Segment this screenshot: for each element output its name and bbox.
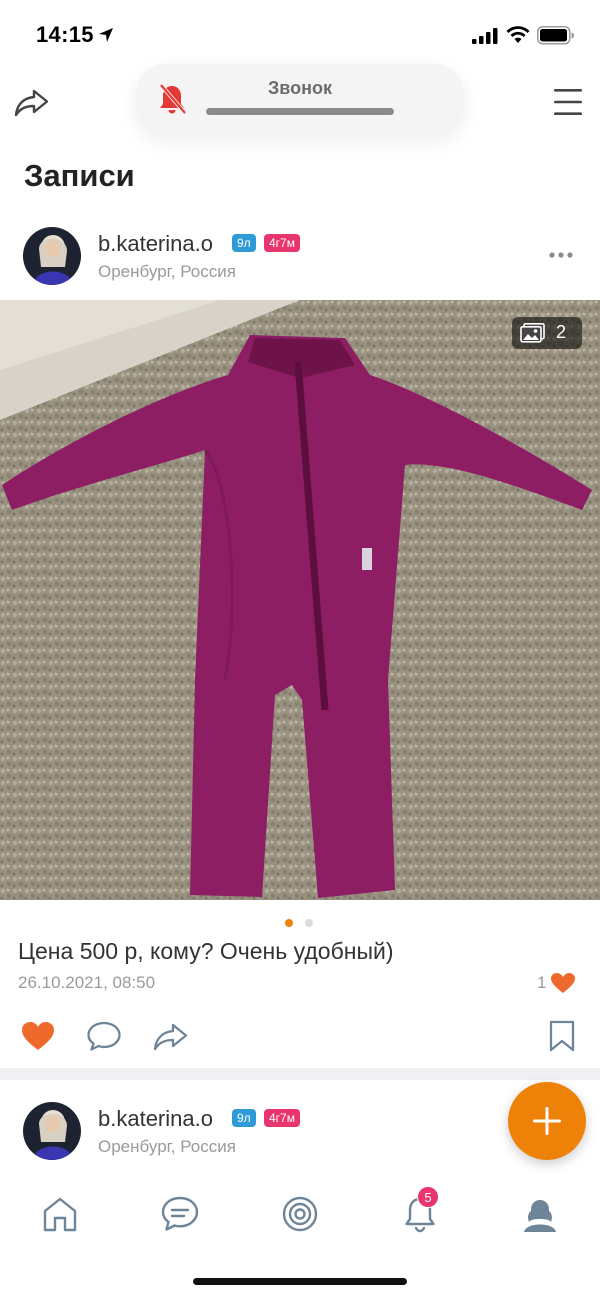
photo-count-badge: 2 [512,317,582,349]
post-date: 26.10.2021, 08:50 [18,973,156,992]
wifi-icon [506,26,530,43]
age-badge: 4г7м [264,234,300,252]
carousel-dots [285,919,317,927]
age-badge: 9л [232,1109,256,1127]
home-indicator[interactable] [193,1278,407,1285]
avatar[interactable] [23,1102,81,1160]
photo-count: 2 [556,322,567,342]
notification-badge: 5 [417,1186,439,1208]
status-bar: 14:15 [0,0,600,70]
more-dots-icon[interactable] [548,250,574,260]
username[interactable]: b.katerina.o [98,231,213,257]
call-banner[interactable]: Звонок [136,64,464,136]
add-post-button[interactable] [508,1082,586,1160]
bookmark-icon[interactable] [544,1020,580,1052]
muted-bell-icon [159,83,187,115]
likes-count: 1 [537,973,547,992]
call-label: Звонок [268,78,332,98]
age-badge: 9л [232,234,256,252]
hamburger-menu-icon[interactable] [552,86,584,118]
post-divider [0,1068,600,1080]
signal-icon [472,28,498,44]
tab-bar [0,1178,600,1258]
share-arrow-icon[interactable] [14,86,50,118]
carousel-dot[interactable] [305,919,313,927]
location: Оренбург, Россия [98,262,236,281]
age-badge: 4г7м [264,1109,300,1127]
heart-icon [551,973,575,993]
target-icon[interactable] [278,1192,322,1236]
like-heart-icon[interactable] [20,1020,56,1052]
post-text: Цена 500 р, кому? Очень удобный) [18,938,394,964]
home-icon[interactable] [38,1192,82,1236]
carousel-dot-active[interactable] [285,919,293,927]
battery-icon [537,26,574,45]
status-time: 14:15 [36,22,94,47]
post-photo[interactable] [0,300,600,900]
page-title: Записи [24,158,135,193]
chat-icon[interactable] [158,1192,202,1236]
location-arrow-icon [99,28,113,42]
username[interactable]: b.katerina.o [98,1106,213,1132]
plus-icon [533,1107,561,1135]
call-progress-bar [206,108,394,115]
gallery-icon [520,323,545,343]
share-icon[interactable] [153,1020,189,1052]
location: Оренбург, Россия [98,1137,236,1156]
profile-icon[interactable] [518,1192,562,1236]
comment-icon[interactable] [86,1020,122,1052]
avatar[interactable] [23,227,81,285]
